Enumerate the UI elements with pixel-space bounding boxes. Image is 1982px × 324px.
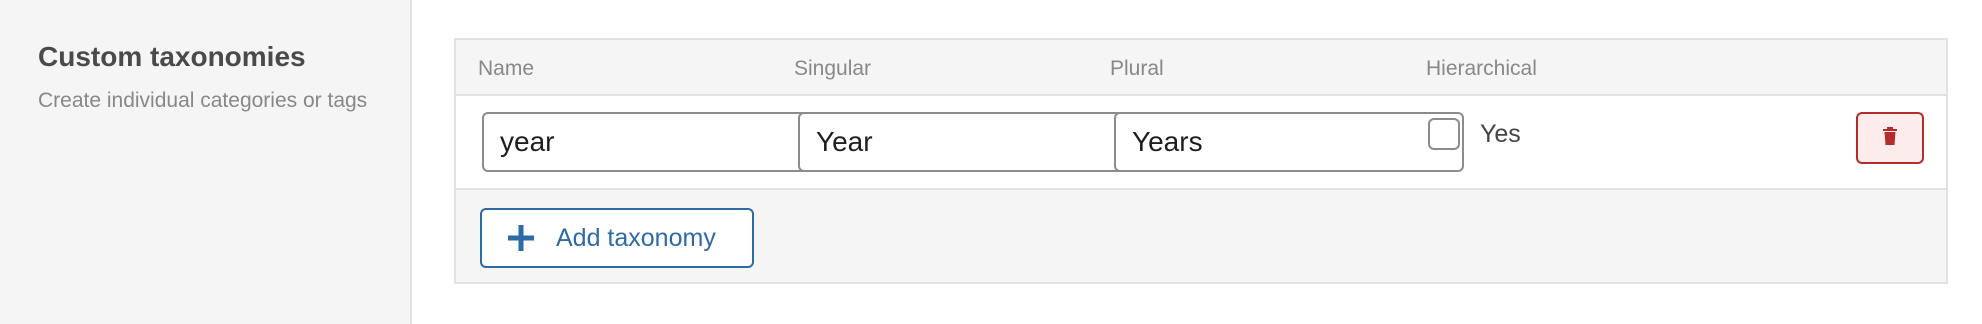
trash-icon: [1882, 126, 1898, 150]
taxonomy-plural-input[interactable]: [1114, 112, 1464, 172]
add-taxonomy-button[interactable]: Add taxonomy: [480, 208, 754, 268]
hierarchical-checkbox[interactable]: [1428, 118, 1460, 150]
column-header-plural: Plural: [1110, 57, 1164, 80]
section-description: Create individual categories or tags: [38, 89, 368, 112]
taxonomy-singular-input[interactable]: [798, 112, 1148, 172]
section-sidebar: Custom taxonomies Create individual cate…: [0, 0, 412, 324]
table-header: Name Singular Plural Hierarchical: [456, 40, 1946, 96]
taxonomy-name-input[interactable]: [482, 112, 832, 172]
table-row: Yes: [456, 96, 1946, 190]
plus-icon: [508, 225, 534, 251]
add-taxonomy-label: Add taxonomy: [556, 224, 716, 252]
delete-taxonomy-button[interactable]: [1856, 112, 1924, 164]
taxonomy-settings-page: Custom taxonomies Create individual cate…: [0, 0, 1982, 324]
column-header-singular: Singular: [794, 57, 872, 80]
taxonomy-table: Name Singular Plural Hierarchical Yes: [454, 38, 1948, 284]
column-header-name: Name: [478, 57, 535, 80]
section-title: Custom taxonomies: [38, 41, 306, 72]
hierarchical-checkbox-label: Yes: [1480, 120, 1521, 148]
column-header-hierarchical: Hierarchical: [1426, 57, 1537, 80]
